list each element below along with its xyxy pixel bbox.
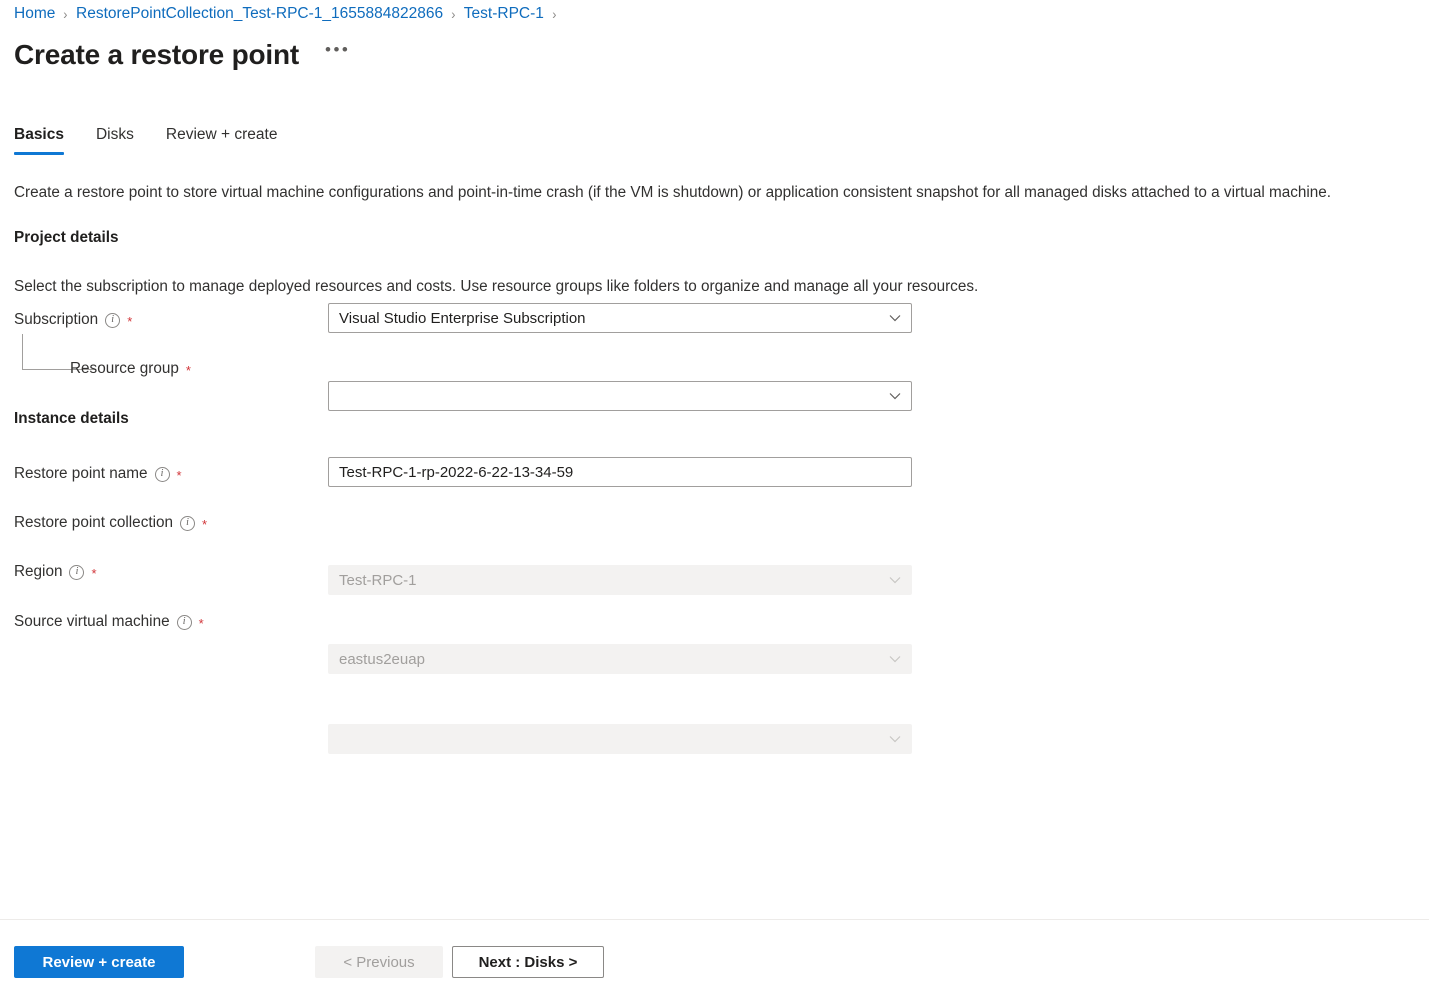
- subscription-label: Subscription i *: [14, 309, 132, 331]
- create-restore-point-page: Home › RestorePointCollection_Test-RPC-1…: [0, 0, 1429, 982]
- tab-review-create[interactable]: Review + create: [166, 120, 292, 155]
- tab-disks[interactable]: Disks: [96, 120, 148, 155]
- project-details-heading: Project details: [14, 227, 119, 249]
- restore-point-collection-dropdown: Test-RPC-1: [328, 565, 912, 595]
- region-label: Region i *: [14, 561, 97, 583]
- next-disks-button[interactable]: Next : Disks >: [452, 946, 604, 978]
- restore-point-name-row: Restore point name i *: [14, 459, 182, 489]
- region-row: Region i *: [14, 557, 97, 587]
- tab-review-create-label: Review + create: [166, 126, 278, 143]
- page-title: Create a restore point: [14, 38, 299, 72]
- breadcrumb-separator-icon: ›: [552, 3, 556, 25]
- info-icon[interactable]: i: [180, 516, 195, 531]
- breadcrumb-item-test-rpc-1[interactable]: Test-RPC-1: [464, 3, 544, 25]
- wizard-tabs: Basics Disks Review + create: [14, 120, 309, 155]
- project-details-note: Select the subscription to manage deploy…: [14, 276, 978, 298]
- restore-point-collection-row: Restore point collection i *: [14, 508, 207, 538]
- resource-group-row: Resource group *: [70, 354, 191, 384]
- source-virtual-machine-dropdown: [328, 724, 912, 754]
- source-virtual-machine-row: Source virtual machine i *: [14, 607, 204, 637]
- required-asterisk: *: [127, 317, 132, 327]
- chevron-down-icon: [889, 574, 901, 586]
- tab-basics[interactable]: Basics: [14, 120, 64, 155]
- region-dropdown: eastus2euap: [328, 644, 912, 674]
- restore-point-name-input[interactable]: [339, 459, 901, 485]
- info-icon[interactable]: i: [177, 615, 192, 630]
- resource-group-label: Resource group *: [70, 358, 191, 380]
- chevron-down-icon: [889, 390, 901, 402]
- restore-point-collection-value: Test-RPC-1: [339, 572, 417, 589]
- required-asterisk: *: [177, 471, 182, 481]
- breadcrumb-item-restore-point-collection[interactable]: RestorePointCollection_Test-RPC-1_165588…: [76, 3, 443, 25]
- tab-disks-label: Disks: [96, 126, 134, 143]
- breadcrumb: Home › RestorePointCollection_Test-RPC-1…: [14, 3, 565, 25]
- more-options-icon[interactable]: •••: [321, 38, 354, 62]
- page-header: Create a restore point •••: [14, 38, 354, 72]
- wizard-footer: Review + create < Previous Next : Disks …: [0, 920, 1429, 982]
- info-icon[interactable]: i: [155, 467, 170, 482]
- chevron-down-icon: [889, 653, 901, 665]
- info-icon[interactable]: i: [69, 565, 84, 580]
- subscription-dropdown[interactable]: Visual Studio Enterprise Subscription: [328, 303, 912, 333]
- intro-description: Create a restore point to store virtual …: [14, 182, 1331, 204]
- restore-point-name-field[interactable]: [328, 457, 912, 487]
- tab-basics-label: Basics: [14, 126, 64, 143]
- required-asterisk: *: [199, 619, 204, 629]
- restore-point-collection-label: Restore point collection i *: [14, 512, 207, 534]
- subscription-value: Visual Studio Enterprise Subscription: [339, 310, 586, 327]
- resource-group-dropdown[interactable]: [328, 381, 912, 411]
- source-virtual-machine-label: Source virtual machine i *: [14, 611, 204, 633]
- breadcrumb-item-home[interactable]: Home: [14, 3, 55, 25]
- info-icon[interactable]: i: [105, 313, 120, 328]
- required-asterisk: *: [91, 569, 96, 579]
- breadcrumb-separator-icon: ›: [451, 3, 455, 25]
- required-asterisk: *: [186, 366, 191, 376]
- chevron-down-icon: [889, 733, 901, 745]
- region-value: eastus2euap: [339, 651, 425, 668]
- instance-details-heading: Instance details: [14, 408, 129, 430]
- chevron-down-icon: [889, 312, 901, 324]
- subscription-row: Subscription i *: [14, 305, 132, 335]
- review-create-button[interactable]: Review + create: [14, 946, 184, 978]
- previous-button: < Previous: [315, 946, 443, 978]
- restore-point-name-label: Restore point name i *: [14, 463, 182, 485]
- breadcrumb-separator-icon: ›: [64, 3, 68, 25]
- required-asterisk: *: [202, 520, 207, 530]
